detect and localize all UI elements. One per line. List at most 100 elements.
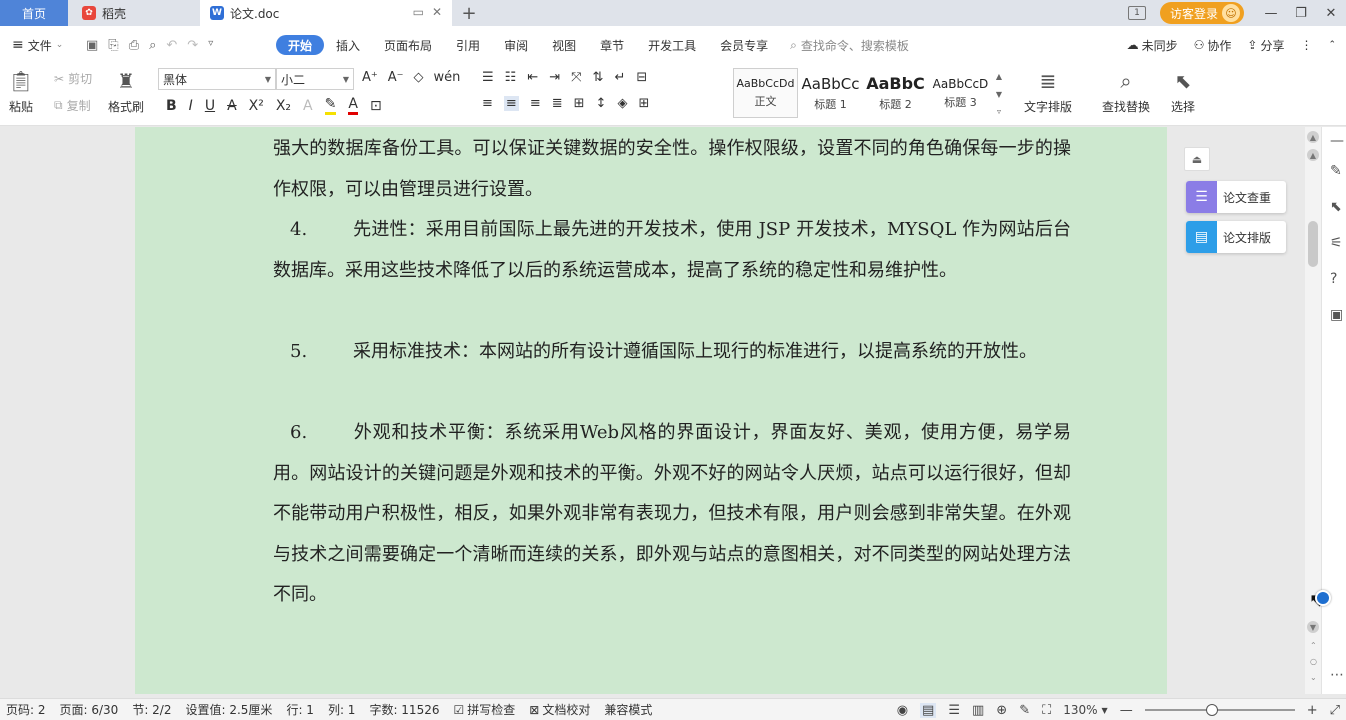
- redo-icon[interactable]: ↷: [187, 38, 198, 53]
- bullet-list-icon[interactable]: ☰: [482, 70, 494, 85]
- guest-login-button[interactable]: 访客登录 ☺: [1159, 2, 1244, 24]
- image-icon[interactable]: ▣: [1330, 307, 1343, 323]
- doc-proof-button[interactable]: ⊠ 文档校对: [529, 701, 590, 718]
- close-button[interactable]: ✕: [1316, 6, 1346, 21]
- more-icon[interactable]: ⋯: [1330, 667, 1344, 683]
- prev-page-icon[interactable]: ⌃: [1310, 641, 1317, 650]
- float-window-icon[interactable]: ▭: [413, 5, 424, 19]
- align-left-icon[interactable]: ≡: [482, 96, 493, 111]
- print-icon[interactable]: ⎙: [129, 38, 139, 53]
- chevron-down-icon[interactable]: ▼: [1102, 706, 1108, 715]
- scroll-up-icon[interactable]: ▲: [1307, 149, 1319, 161]
- new-tab-button[interactable]: +: [456, 0, 482, 26]
- borders-icon[interactable]: ⊞: [638, 96, 649, 111]
- status-section[interactable]: 节: 2/2: [132, 701, 171, 718]
- increase-indent-icon[interactable]: ⇥: [549, 70, 560, 85]
- decrease-indent-icon[interactable]: ⇤: [527, 70, 538, 85]
- customize-icon[interactable]: ▿: [208, 38, 213, 53]
- outline-view-icon[interactable]: ☰: [948, 703, 960, 718]
- export-icon[interactable]: ⎘: [108, 38, 118, 53]
- numbered-list-icon[interactable]: ☷: [505, 70, 517, 85]
- page-view-icon[interactable]: ▤: [920, 702, 937, 718]
- shrink-font-icon[interactable]: A⁻: [388, 70, 404, 85]
- highlight-icon[interactable]: ✎: [324, 96, 337, 115]
- status-row[interactable]: 行: 1: [286, 701, 314, 718]
- subscript-icon[interactable]: X₂: [276, 98, 291, 114]
- tab-home[interactable]: 首页: [0, 0, 68, 26]
- spell-check-button[interactable]: ☑ 拼写检查: [453, 701, 515, 718]
- next-page-icon[interactable]: ⌄: [1310, 673, 1317, 682]
- zoom-in-icon[interactable]: +: [1307, 703, 1318, 718]
- find-replace-button[interactable]: ⌕ 查找替换: [1102, 68, 1150, 115]
- scrollbar-thumb[interactable]: [1308, 221, 1318, 267]
- grow-font-icon[interactable]: A⁺: [362, 70, 378, 85]
- menu-references[interactable]: 引用: [444, 35, 492, 55]
- format-painter-button[interactable]: ♜ 格式刷: [108, 68, 144, 115]
- plagiarism-check-button[interactable]: ☰ 论文查重: [1186, 181, 1286, 213]
- status-page-code[interactable]: 页码: 2: [6, 701, 46, 718]
- menu-start[interactable]: 开始: [276, 35, 325, 55]
- style-heading-1[interactable]: AaBbCc 标题 1: [798, 68, 863, 118]
- eye-protection-icon[interactable]: ◉: [897, 703, 908, 718]
- pointer-icon[interactable]: ⬉: [1330, 199, 1342, 215]
- fullscreen-icon[interactable]: ⤢: [1330, 703, 1340, 718]
- fit-page-icon[interactable]: ⛶: [1042, 703, 1051, 718]
- help-icon[interactable]: ?: [1330, 271, 1337, 287]
- menu-insert[interactable]: 插入: [324, 35, 372, 55]
- text-layout-button[interactable]: ≣ 文字排版: [1024, 68, 1072, 115]
- underline-icon[interactable]: U: [205, 98, 215, 114]
- menu-page-layout[interactable]: 页面布局: [372, 35, 444, 55]
- justify-icon[interactable]: ≣: [552, 96, 563, 111]
- select-button[interactable]: ⬉ 选择: [1170, 68, 1196, 115]
- menu-review[interactable]: 审阅: [492, 35, 540, 55]
- share-button[interactable]: ⇪ 分享: [1247, 37, 1284, 54]
- char-border-icon[interactable]: ⊡: [370, 98, 382, 114]
- file-menu[interactable]: ≡ 文件 ⌄: [0, 37, 86, 54]
- status-page[interactable]: 页面: 6/30: [60, 701, 119, 718]
- status-word-count[interactable]: 字数: 11526: [369, 701, 439, 718]
- table-border-icon[interactable]: ⊟: [636, 70, 647, 85]
- bold-icon[interactable]: B: [166, 98, 177, 114]
- sync-status[interactable]: ☁ 未同步: [1127, 37, 1178, 54]
- status-setting[interactable]: 设置值: 2.5厘米: [185, 701, 272, 718]
- expand-icon[interactable]: ▿: [997, 107, 1001, 116]
- style-heading-2[interactable]: AaBbC 标题 2: [863, 68, 928, 118]
- distribute-icon[interactable]: ⊞: [574, 96, 585, 111]
- web-view-icon[interactable]: ⊕: [996, 703, 1007, 718]
- menu-developer[interactable]: 开发工具: [636, 35, 708, 55]
- paper-format-button[interactable]: ▤ 论文排版: [1186, 221, 1286, 253]
- zoom-slider[interactable]: [1144, 704, 1295, 716]
- close-tab-icon[interactable]: ✕: [432, 5, 442, 19]
- cut-button[interactable]: ✂ 剪切: [54, 70, 92, 87]
- copy-button[interactable]: ⧉ 复制: [54, 97, 91, 114]
- show-marks-icon[interactable]: ↵: [614, 70, 625, 85]
- chinese-layout-icon[interactable]: ⤧: [571, 70, 581, 85]
- font-color-icon[interactable]: A: [348, 96, 358, 115]
- align-right-icon[interactable]: ≡: [530, 96, 541, 111]
- print-preview-icon[interactable]: ⌕: [149, 38, 156, 53]
- superscript-icon[interactable]: X²: [249, 98, 264, 114]
- minimize-button[interactable]: —: [1256, 6, 1286, 21]
- zoom-level[interactable]: 130%: [1063, 703, 1097, 717]
- strikethrough-icon[interactable]: A: [227, 98, 237, 114]
- sort-icon[interactable]: ⇅: [593, 70, 604, 85]
- styles-scroll[interactable]: ▲ ▼ ▿: [993, 68, 1005, 120]
- collapse-ribbon-icon[interactable]: ⌃: [1328, 40, 1336, 50]
- font-name-select[interactable]: 黑体 ▼: [158, 68, 276, 90]
- settings-sliders-icon[interactable]: ⚟: [1330, 235, 1343, 251]
- chevron-down-icon[interactable]: ▼: [996, 90, 1002, 99]
- window-layout-icon[interactable]: 1: [1127, 6, 1146, 20]
- menu-view[interactable]: 视图: [540, 35, 588, 55]
- style-normal[interactable]: AaBbCcDd 正文: [733, 68, 798, 118]
- edit-icon[interactable]: ✎: [1330, 163, 1342, 179]
- reading-view-icon[interactable]: ▥: [972, 703, 984, 718]
- command-search[interactable]: ⌕ 查找命令、搜索模板: [790, 37, 909, 54]
- more-icon[interactable]: ⋮: [1300, 38, 1312, 52]
- menu-member[interactable]: 会员专享: [708, 35, 780, 55]
- restore-button[interactable]: ❐: [1286, 6, 1316, 21]
- clear-format-icon[interactable]: ◇: [414, 70, 424, 85]
- browse-object-icon[interactable]: ○: [1310, 657, 1317, 666]
- zoom-slider-knob[interactable]: [1206, 704, 1219, 716]
- zoom-out-icon[interactable]: —: [1120, 703, 1133, 718]
- line-spacing-icon[interactable]: ↕: [596, 96, 607, 111]
